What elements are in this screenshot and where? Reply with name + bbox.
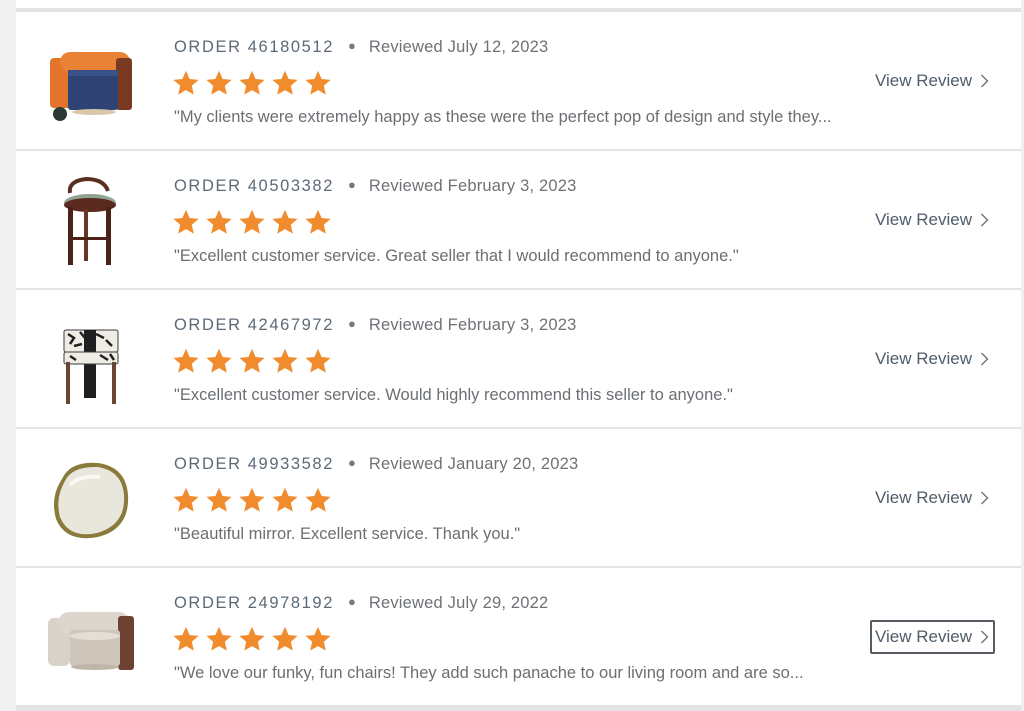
patterned-counter-stool-image xyxy=(63,329,119,404)
review-excerpt: "Excellent customer service. Would highl… xyxy=(174,386,733,404)
review-excerpt: "My clients were extremely happy as thes… xyxy=(174,108,832,126)
reviewed-date: Reviewed February 3, 2023 xyxy=(368,316,577,334)
star-icon xyxy=(173,487,199,512)
chevron-right-icon xyxy=(980,213,989,227)
review-row: ORDER 42467972 ● Reviewed February 3, 2023… xyxy=(16,290,1021,427)
review-row: ORDER 46180512 ● Reviewed July 12, 2023 "M… xyxy=(16,12,1021,149)
reviews-list: ORDER 46180512 ● Reviewed July 12, 2023 "M… xyxy=(16,0,1021,711)
order-number: ORDER 40503382 xyxy=(174,177,334,195)
star-icon xyxy=(206,348,232,373)
star-rating xyxy=(172,69,332,97)
star-icon xyxy=(305,626,331,651)
star-icon xyxy=(173,348,199,373)
star-icon xyxy=(239,626,265,651)
orange-navy-lounge-chair-image xyxy=(50,52,132,121)
reviewed-date: Reviewed July 12, 2023 xyxy=(368,38,549,56)
reviewed-date: Reviewed July 29, 2022 xyxy=(368,594,549,612)
view-review-label: View Review xyxy=(874,627,972,646)
review-meta: ORDER 49933582 ● Reviewed January 20, 2023 xyxy=(174,455,578,474)
review-excerpt: "We love our funky, fun chairs! They add… xyxy=(174,664,804,682)
review-row: ORDER 49933582 ● Reviewed January 20, 2023… xyxy=(16,429,1021,566)
chevron-right-icon xyxy=(980,352,989,366)
star-rating xyxy=(172,625,332,653)
separator-dot: ● xyxy=(347,316,356,331)
view-review-label: View Review xyxy=(874,349,972,368)
star-icon xyxy=(305,487,331,512)
star-icon xyxy=(239,487,265,512)
view-review-label: View Review xyxy=(874,210,972,229)
order-number: ORDER 46180512 xyxy=(174,38,334,56)
star-rating xyxy=(172,486,332,514)
product-thumbnail[interactable] xyxy=(40,32,140,132)
star-icon xyxy=(305,209,331,234)
chevron-right-icon xyxy=(980,491,989,505)
product-thumbnail[interactable] xyxy=(40,588,140,688)
view-review-link[interactable]: View Review xyxy=(870,482,995,514)
star-icon xyxy=(173,70,199,95)
star-icon xyxy=(272,487,298,512)
star-icon xyxy=(305,348,331,373)
list-top-edge xyxy=(16,0,1021,10)
reviewed-date: Reviewed January 20, 2023 xyxy=(368,455,579,473)
star-icon xyxy=(239,348,265,373)
product-thumbnail[interactable] xyxy=(40,310,140,410)
star-icon xyxy=(239,70,265,95)
separator-dot: ● xyxy=(347,455,356,470)
star-icon xyxy=(272,209,298,234)
review-excerpt: "Excellent customer service. Great selle… xyxy=(174,247,739,265)
star-icon xyxy=(239,209,265,234)
star-icon xyxy=(206,487,232,512)
view-review-label: View Review xyxy=(874,488,972,507)
chevron-right-icon xyxy=(980,630,989,644)
green-seat-bar-stool-image xyxy=(64,176,116,265)
review-excerpt: "Beautiful mirror. Excellent service. Th… xyxy=(174,525,521,543)
star-icon xyxy=(173,209,199,234)
separator-dot: ● xyxy=(347,38,356,53)
star-icon xyxy=(206,209,232,234)
round-brass-mirror-image xyxy=(54,462,129,539)
star-rating xyxy=(172,208,332,236)
order-number: ORDER 49933582 xyxy=(174,455,334,473)
star-icon xyxy=(272,626,298,651)
review-meta: ORDER 24978192 ● Reviewed July 29, 2022 xyxy=(174,594,548,613)
order-number: ORDER 42467972 xyxy=(174,316,334,334)
star-rating xyxy=(172,347,332,375)
view-review-link[interactable]: View Review xyxy=(869,620,995,654)
separator-dot: ● xyxy=(347,177,356,192)
review-meta: ORDER 46180512 ● Reviewed July 12, 2023 xyxy=(174,38,548,57)
review-row: ORDER 24978192 ● Reviewed July 29, 2022 "W… xyxy=(16,568,1021,705)
star-icon xyxy=(272,70,298,95)
order-number: ORDER 24978192 xyxy=(174,594,334,612)
view-review-label: View Review xyxy=(874,71,972,90)
star-icon xyxy=(272,348,298,373)
review-row: ORDER 40503382 ● Reviewed February 3, 2023… xyxy=(16,151,1021,288)
view-review-link[interactable]: View Review xyxy=(870,204,995,236)
review-meta: ORDER 42467972 ● Reviewed February 3, 2023 xyxy=(174,316,577,335)
separator-dot: ● xyxy=(347,594,356,609)
view-review-link[interactable]: View Review xyxy=(870,65,995,97)
star-icon xyxy=(305,70,331,95)
cream-lounge-chair-image xyxy=(48,612,134,670)
product-thumbnail[interactable] xyxy=(40,171,140,271)
star-icon xyxy=(206,626,232,651)
chevron-right-icon xyxy=(980,74,989,88)
reviewed-date: Reviewed February 3, 2023 xyxy=(368,177,577,195)
review-meta: ORDER 40503382 ● Reviewed February 3, 2023 xyxy=(174,177,577,196)
product-thumbnail[interactable] xyxy=(40,449,140,549)
star-icon xyxy=(173,626,199,651)
view-review-link[interactable]: View Review xyxy=(870,343,995,375)
star-icon xyxy=(206,70,232,95)
